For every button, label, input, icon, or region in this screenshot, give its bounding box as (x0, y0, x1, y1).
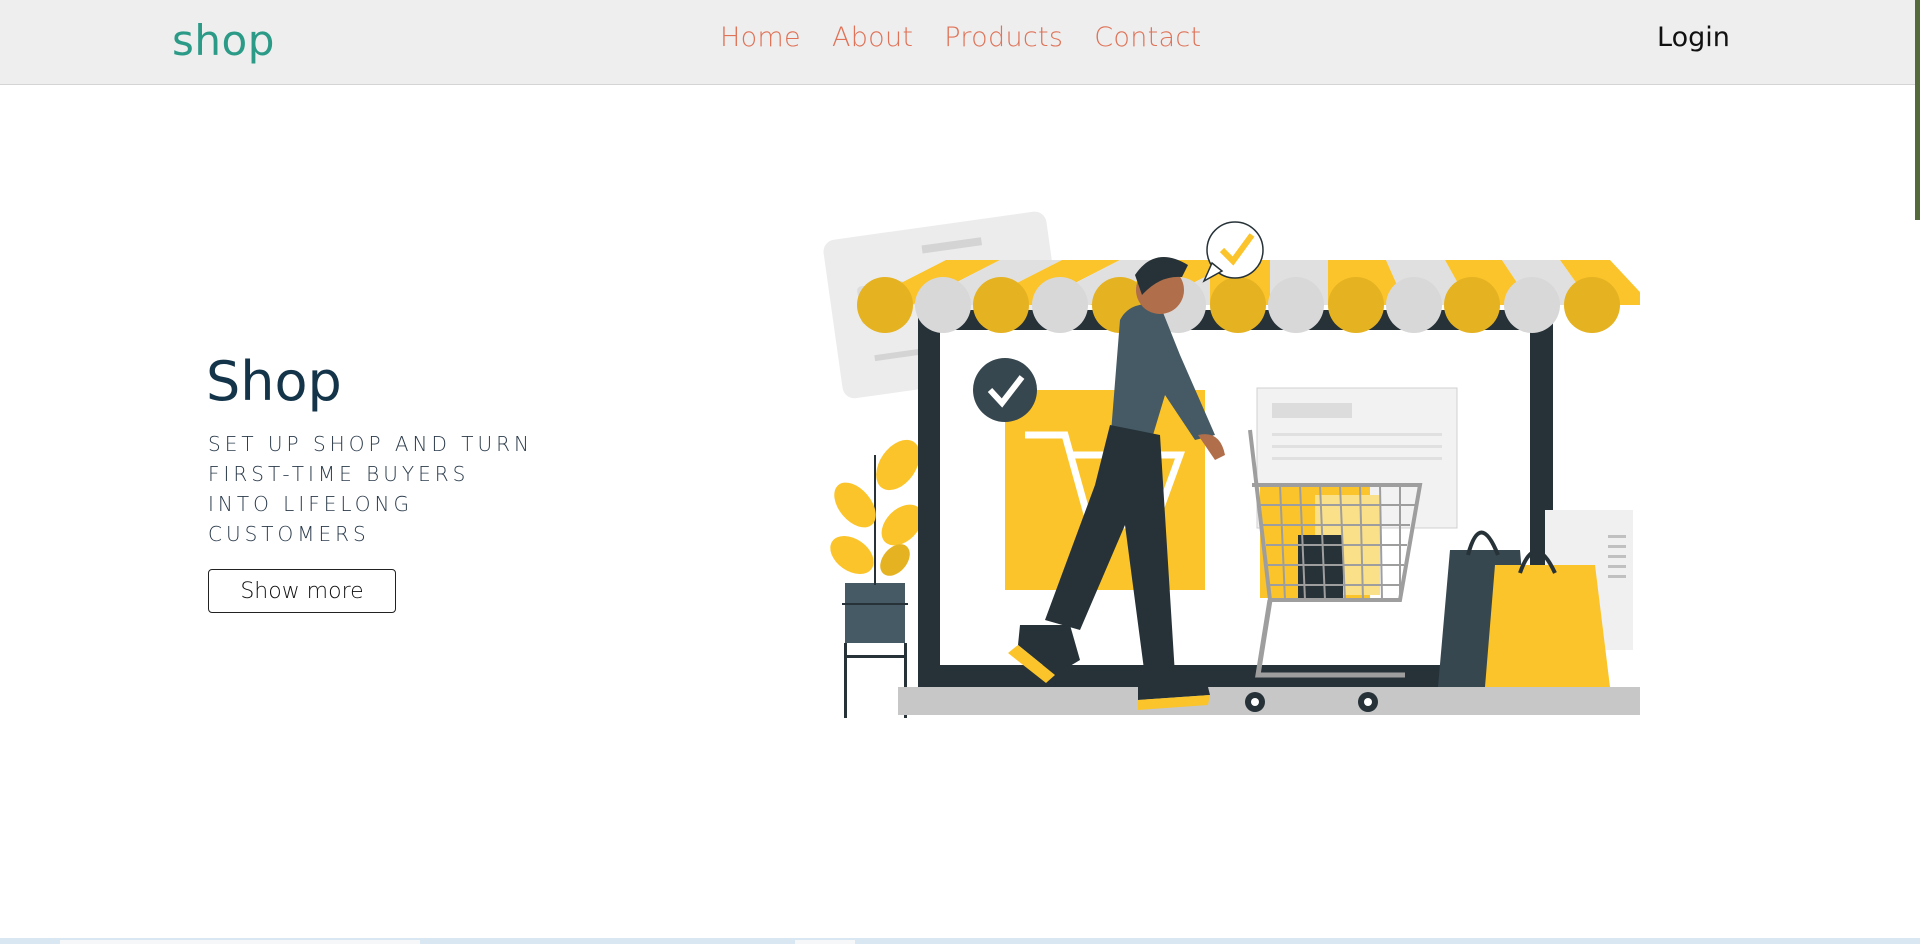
hero-title: Shop (206, 350, 342, 413)
nav-link-contact[interactable]: Contact (1094, 22, 1201, 53)
taskbar-item[interactable] (795, 940, 855, 944)
brand-logo[interactable]: shop (172, 16, 275, 65)
nav-link-products[interactable]: Products (944, 22, 1063, 53)
nav-link-about[interactable]: About (832, 22, 913, 53)
taskbar-item[interactable] (380, 940, 420, 944)
login-link[interactable]: Login (1657, 22, 1730, 53)
plant-graphic (830, 439, 923, 718)
taskbar-item[interactable] (340, 940, 380, 944)
hero-subtitle: SET UP SHOP AND TURN FIRST-TIME BUYERS I… (208, 432, 533, 546)
nav-links: Home About Products Contact (720, 22, 1201, 53)
nav-link-home[interactable]: Home (720, 22, 801, 53)
scrollbar-thumb[interactable] (1915, 0, 1920, 220)
shop-illustration (823, 211, 1640, 718)
navbar: shop Home About Products Contact Login (0, 0, 1920, 85)
taskbar-item[interactable] (60, 940, 340, 944)
show-more-button[interactable]: Show more (208, 569, 396, 613)
